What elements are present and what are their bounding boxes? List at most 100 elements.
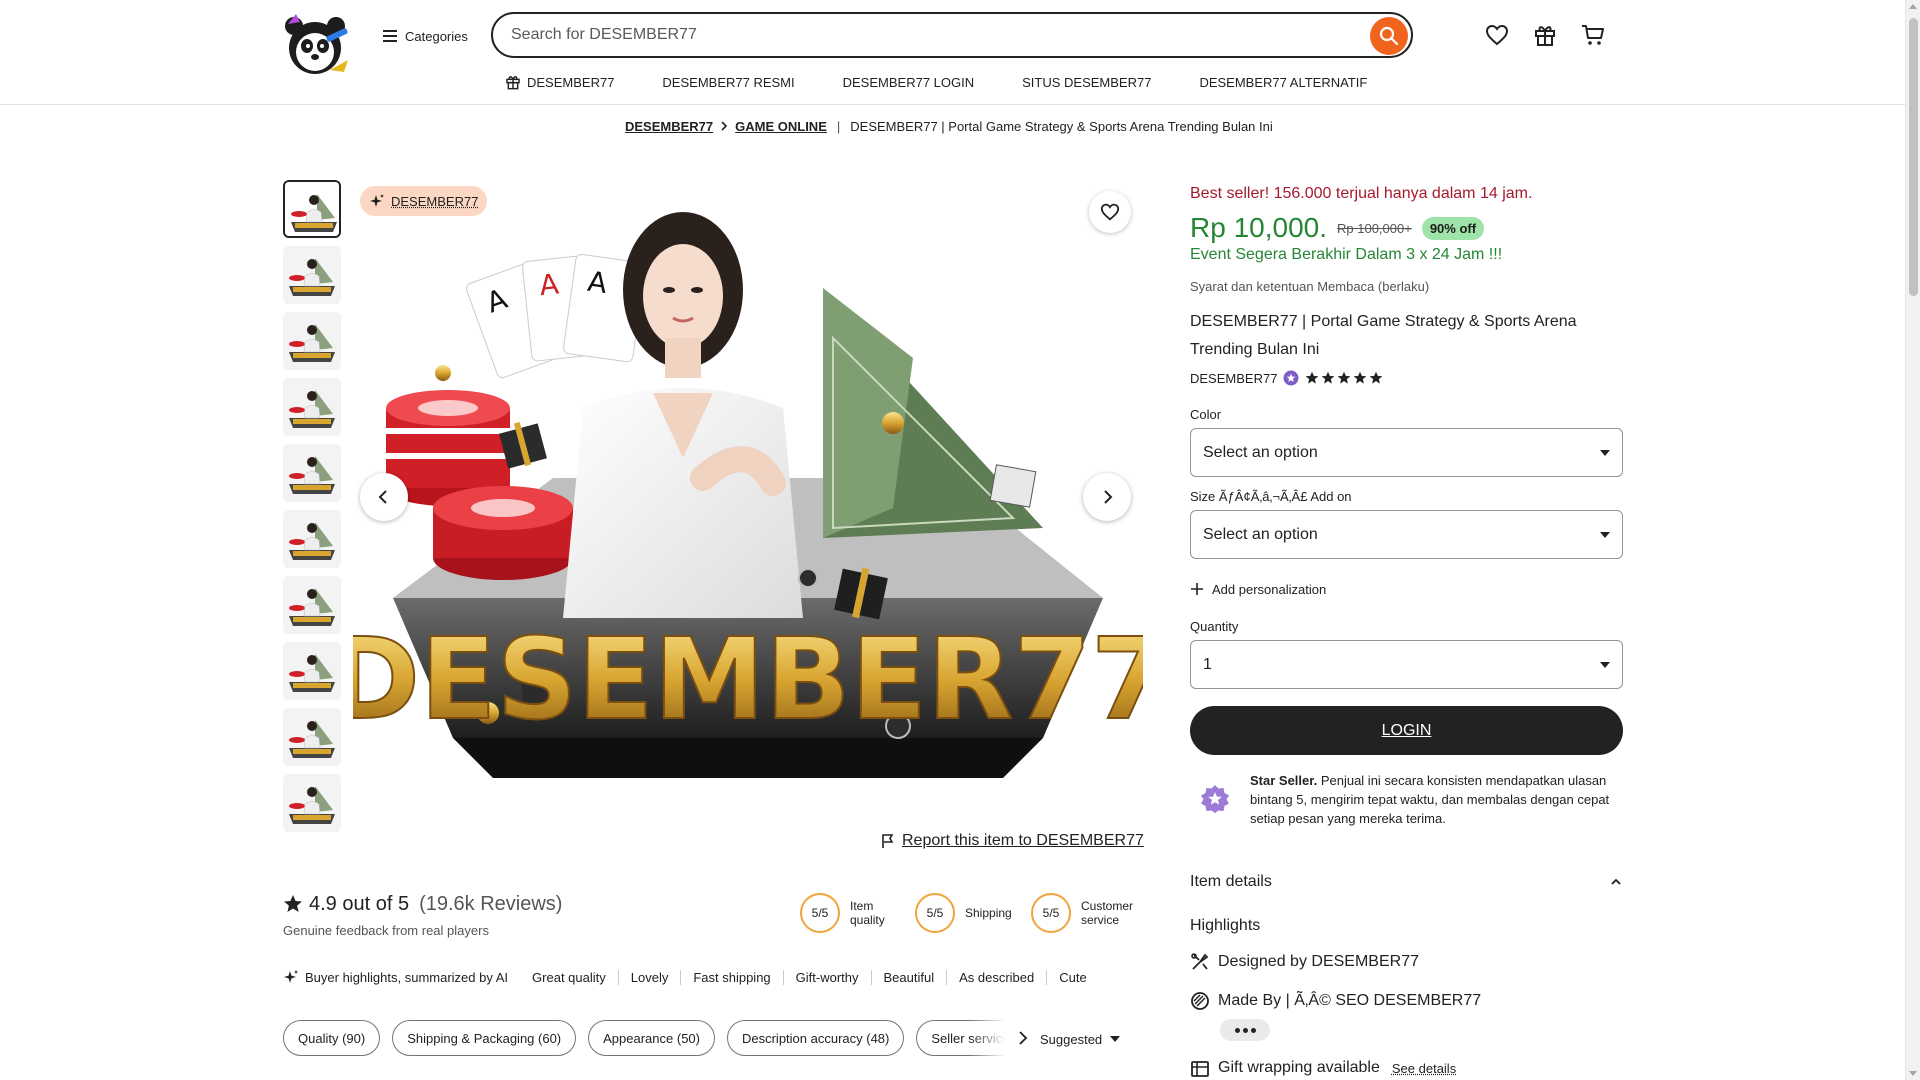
sort-dropdown[interactable]: Suggested [1040, 1029, 1121, 1049]
gallery-thumbnail[interactable] [283, 510, 341, 568]
review-count[interactable]: (19.6k Reviews) [419, 893, 562, 916]
header-divider [0, 104, 1905, 105]
gallery-thumbnail[interactable] [283, 180, 341, 238]
cart-button[interactable] [1579, 21, 1607, 49]
plus-icon [1191, 583, 1203, 595]
star-icon [1306, 371, 1319, 384]
thumbnail-image [283, 510, 341, 568]
page-scrollbar[interactable] [1905, 0, 1920, 1080]
star-seller-badge-icon [1283, 370, 1299, 386]
shop-badge[interactable]: DESEMBER77 [360, 186, 488, 216]
original-price: Rp 100,000+ [1337, 220, 1412, 236]
image-title-text: DESEMBER77 [353, 615, 1143, 745]
scroll-thumb[interactable] [1909, 18, 1918, 296]
thumbnail-image [283, 642, 341, 700]
gallery-thumbnail[interactable] [283, 642, 341, 700]
thumbnail-image [283, 444, 341, 502]
color-select[interactable]: Select an option [1190, 428, 1623, 477]
gallery-thumbnail[interactable] [283, 708, 341, 766]
product-image[interactable]: A A A DESEMBER77 [353, 178, 1143, 784]
favorites-button[interactable] [1483, 21, 1511, 49]
gift-icon [1535, 26, 1555, 46]
chevron-up-icon [1611, 878, 1621, 885]
ai-tag[interactable]: As described [946, 969, 1046, 985]
add-personalization-button[interactable]: Add personalization [1190, 579, 1326, 599]
quantity-select-value: 1 [1203, 655, 1212, 673]
gallery-thumbnail[interactable] [283, 444, 341, 502]
score-label: Customer service [1081, 899, 1134, 927]
hamburger-icon [383, 30, 397, 42]
gallery-thumbnail[interactable] [283, 246, 341, 304]
score-circle: 5/5 [915, 893, 955, 933]
score-circle: 5/5 [800, 893, 840, 933]
next-image-button[interactable] [1083, 473, 1131, 521]
review-filter-chip[interactable]: Description accuracy (48) [726, 1020, 905, 1056]
chevron-left-icon [378, 490, 387, 504]
nav-item-situs[interactable]: SITUS DESEMBER77 [1022, 75, 1151, 90]
thumbnail-image [283, 378, 341, 436]
nav-label: DESEMBER77 RESMI [662, 74, 795, 90]
event-text: Event Segera Berakhir Dalam 3 x 24 Jam !… [1190, 246, 1503, 263]
highlights-heading: Highlights [1190, 917, 1261, 934]
heart-icon [1100, 203, 1120, 221]
thumbnail-image [283, 774, 341, 832]
favorite-item-button[interactable] [1089, 191, 1131, 233]
search-button[interactable] [1370, 17, 1408, 55]
review-filter-chip[interactable]: Quality (90) [283, 1020, 381, 1056]
search-input[interactable] [511, 14, 1331, 56]
breadcrumb-separator: | [836, 118, 841, 134]
item-details-toggle[interactable]: Item details [1190, 871, 1623, 893]
scroll-down-arrow-icon[interactable] [1909, 1071, 1917, 1076]
ai-tag[interactable]: Great quality [532, 970, 618, 985]
ai-tag[interactable]: Fast shipping [680, 969, 782, 985]
size-select[interactable]: Select an option [1190, 510, 1623, 559]
breadcrumb-link-category[interactable]: GAME ONLINE [735, 119, 827, 134]
quantity-select[interactable]: 1 [1190, 640, 1623, 689]
see-details-link[interactable]: See details [1392, 1061, 1456, 1076]
highlight-designed: Designed by DESEMBER77 [1190, 950, 1419, 974]
breadcrumb-link-home[interactable]: DESEMBER77 [625, 119, 713, 134]
review-filter-chips: Quality (90) Shipping & Packaging (60) App… [283, 1020, 1018, 1056]
badge-label: DESEMBER77 [391, 193, 479, 209]
price-row: Rp 10,000. Rp 100,000+ 90% off [1190, 211, 1485, 245]
shop-name[interactable]: DESEMBER77 [1190, 371, 1277, 386]
breadcrumb-current: DESEMBER77 | Portal Game Strategy & Spor… [850, 118, 1273, 134]
ai-tag[interactable]: Cute [1046, 969, 1098, 985]
login-button[interactable]: LOGIN [1190, 706, 1623, 755]
discount-badge: 90% off [1421, 216, 1485, 240]
ai-tags: Great quality Lovely Fast shipping Gift-wor… [532, 969, 1099, 985]
review-filter-chip[interactable]: Appearance (50) [588, 1020, 715, 1056]
ai-tag[interactable]: Beautiful [870, 969, 947, 985]
previous-image-button[interactable] [360, 473, 408, 521]
gift-button[interactable] [1531, 21, 1559, 49]
gallery-thumbnail[interactable] [283, 576, 341, 634]
ai-tag[interactable]: Gift-worthy [782, 969, 871, 985]
chips-scroll-right[interactable] [970, 1020, 1030, 1056]
categories-button[interactable]: Categories [383, 24, 468, 48]
breadcrumb: DESEMBER77 GAME ONLINE | DESEMBER77 | Po… [625, 117, 1273, 135]
nav-label: DESEMBER77 LOGIN [842, 74, 975, 90]
product-title: DESEMBER77 | Portal Game Strategy & Spor… [1190, 313, 1577, 358]
star-icon [1322, 371, 1335, 384]
search-icon [1379, 26, 1399, 46]
gallery-thumbnail[interactable] [283, 312, 341, 370]
score-circle: 5/5 [1031, 893, 1071, 933]
thumbnail-image [283, 246, 341, 304]
review-filter-chip[interactable]: Shipping & Packaging (60) [392, 1020, 577, 1056]
highlight-made: Made By | Ã‚Â© SEO DESEMBER77 [1190, 989, 1481, 1013]
ai-tag[interactable]: Lovely [617, 969, 681, 985]
nav-label: DESEMBER77 ALTERNATIF [1199, 74, 1368, 90]
highlight-designed-text: Designed by DESEMBER77 [1218, 953, 1419, 970]
report-item-link[interactable]: Report this item to DESEMBER77 [880, 831, 1144, 851]
nav-item-desember77[interactable]: DESEMBER77 [505, 74, 614, 90]
more-highlights-button[interactable] [1220, 1019, 1270, 1041]
gallery-thumbnail[interactable] [283, 378, 341, 436]
nav-item-resmi[interactable]: DESEMBER77 RESMI [662, 75, 794, 90]
gallery-thumbnail[interactable] [283, 774, 341, 832]
terms-text: Syarat dan ketentuan Membaca (berlaku) [1190, 279, 1430, 294]
panda-logo-icon[interactable] [282, 12, 352, 78]
star-seller-icon [1200, 784, 1230, 814]
nav-item-alternatif[interactable]: DESEMBER77 ALTERNATIF [1199, 75, 1367, 90]
scroll-up-arrow-icon[interactable] [1909, 4, 1917, 9]
nav-item-login[interactable]: DESEMBER77 LOGIN [843, 75, 975, 90]
